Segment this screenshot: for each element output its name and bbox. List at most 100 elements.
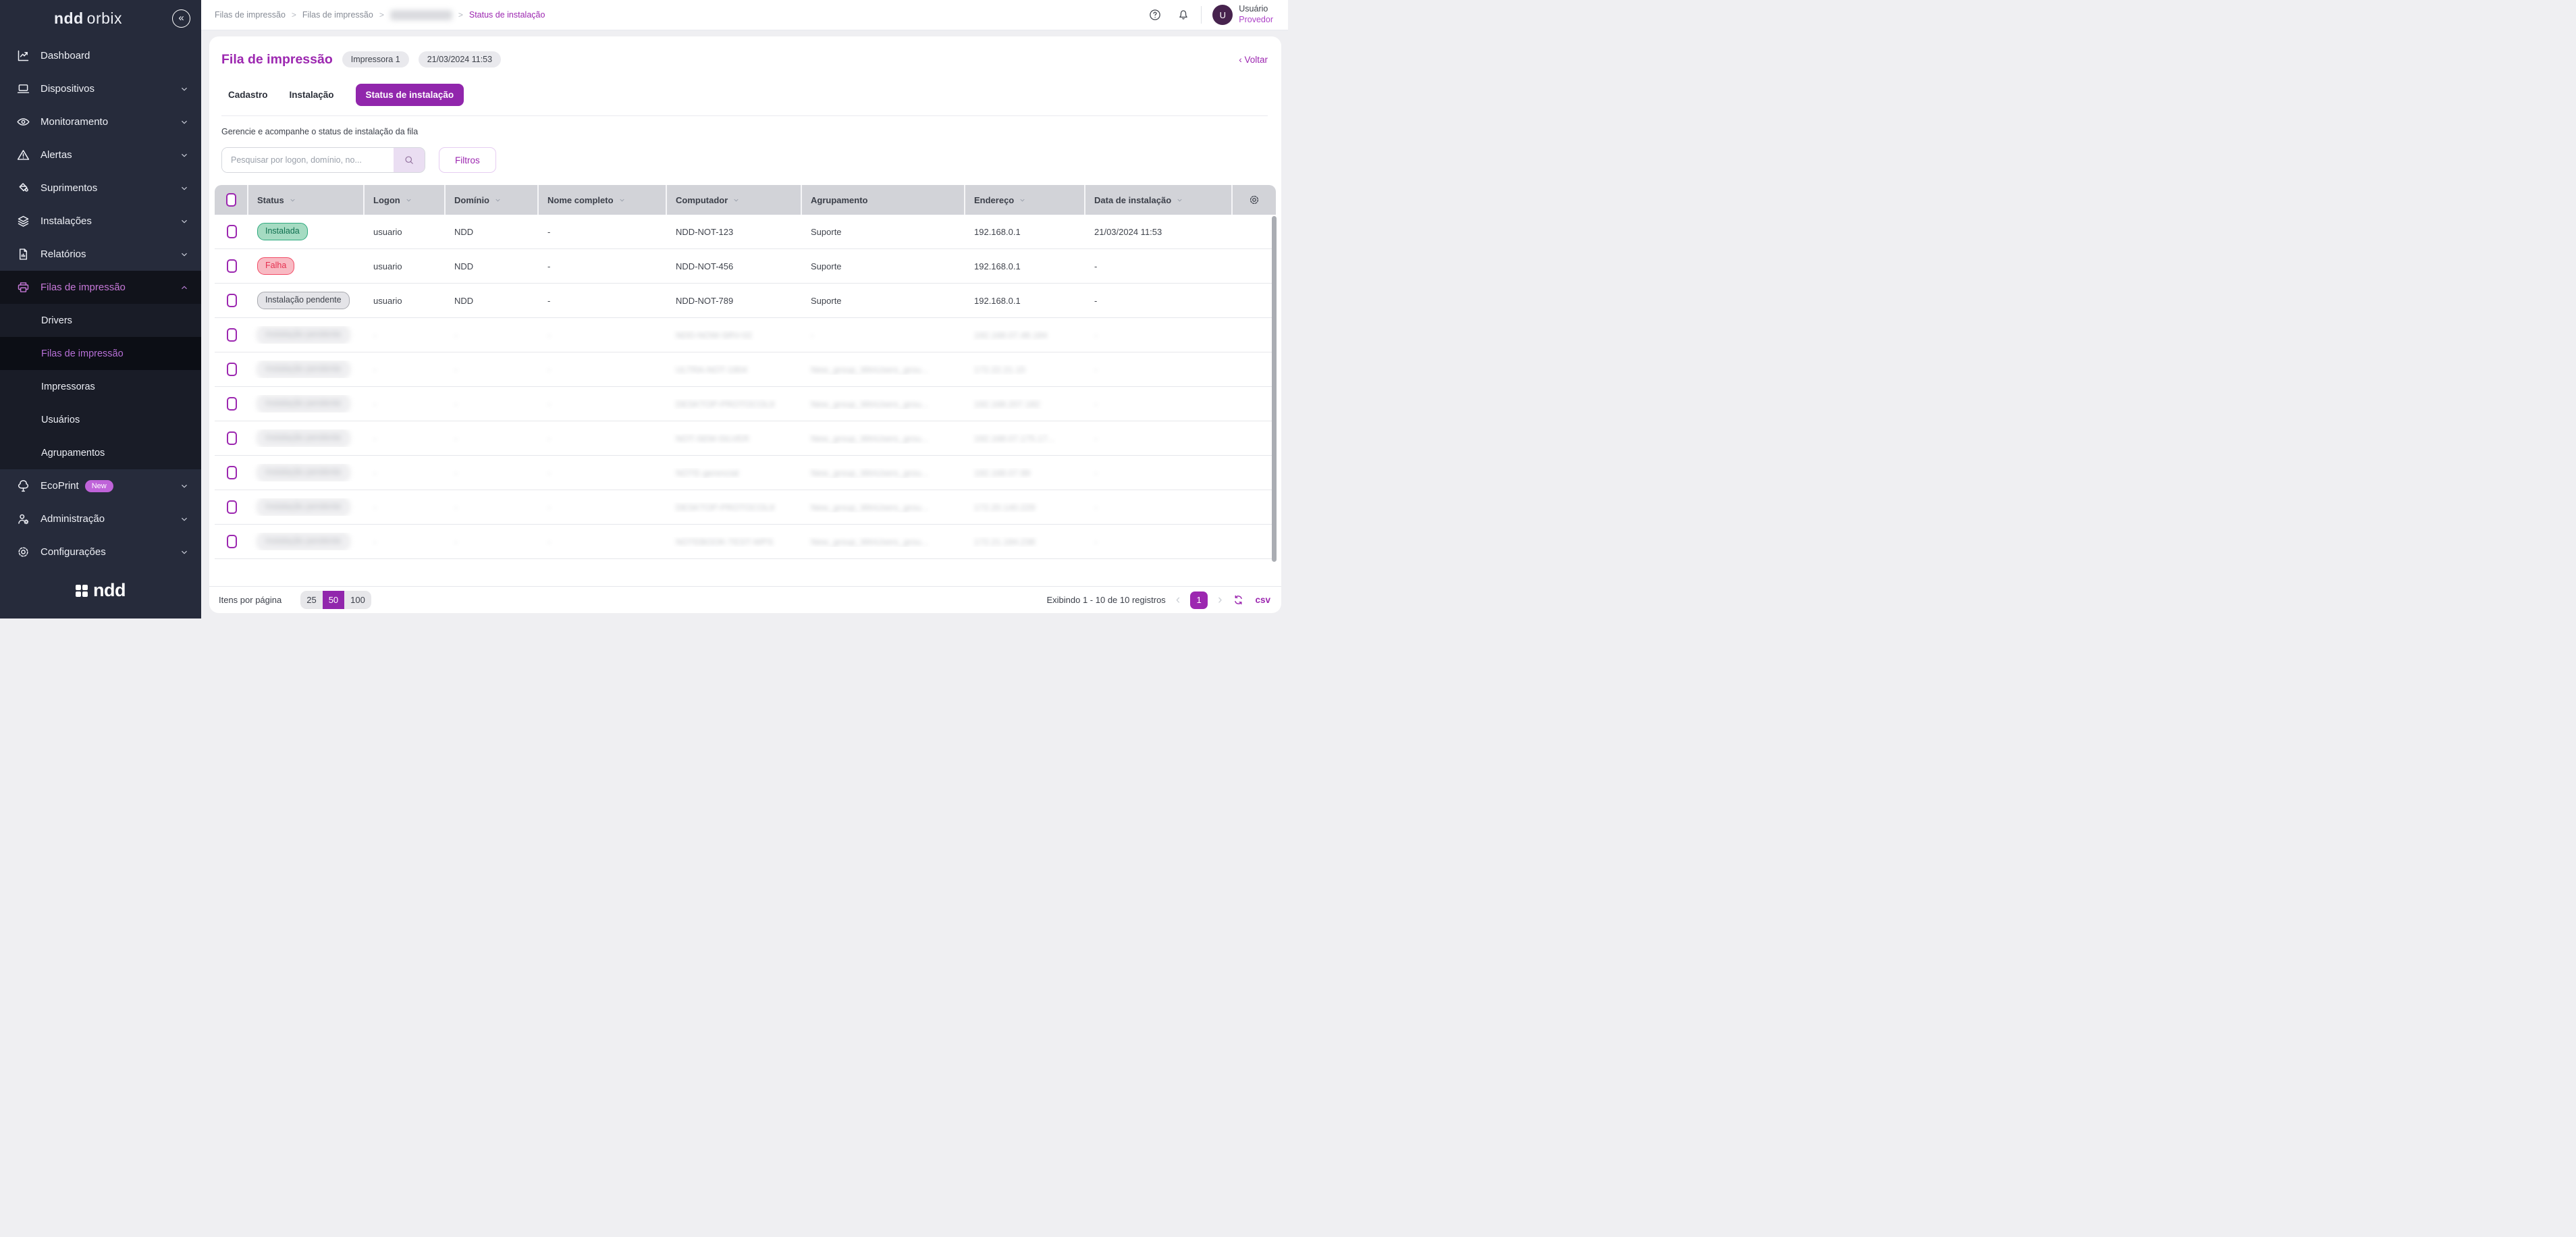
app-root: nddorbix « DashboardDispositivosMonitora… (0, 0, 1288, 618)
prev-page-button[interactable]: ‹ (1176, 594, 1180, 606)
cell-data_instalacao: - (1085, 261, 1233, 271)
sort-icon[interactable] (405, 196, 412, 204)
vertical-scrollbar[interactable] (1272, 216, 1277, 562)
search-input[interactable] (222, 148, 394, 172)
status-badge: Instalação pendente (257, 326, 350, 344)
page-size-25[interactable]: 25 (300, 591, 322, 609)
cell-value: 21/03/2024 11:53 (1094, 227, 1162, 237)
cell-computador: NDD-NOT-789 (667, 296, 802, 306)
refresh-icon[interactable] (1232, 594, 1245, 606)
chevron-up-icon (180, 283, 189, 292)
sort-icon[interactable] (732, 196, 740, 204)
row-checkbox[interactable] (227, 225, 237, 238)
sidebar-item-ecoprint[interactable]: EcoPrintNew (0, 469, 201, 502)
sidebar-item-configuracoes[interactable]: Configurações (0, 535, 201, 565)
page-size-100[interactable]: 100 (344, 591, 371, 609)
cell-computador: DESKTOP-PROTOCOL9 (667, 399, 802, 409)
row-checkbox[interactable] (227, 328, 237, 342)
sidebar-item-filas-de-impressao[interactable]: Filas de impressão (0, 271, 201, 304)
select-all-checkbox[interactable] (226, 193, 236, 207)
row-checkbox[interactable] (227, 466, 237, 479)
sidebar-item-dispositivos[interactable]: Dispositivos (0, 72, 201, 105)
next-page-button[interactable]: › (1218, 594, 1222, 606)
sidebar-item-dashboard[interactable]: Dashboard (0, 39, 201, 72)
tree-icon (16, 479, 30, 493)
column-header-computador[interactable]: Computador (667, 185, 802, 215)
page-size-50[interactable]: 50 (323, 591, 344, 609)
row-checkbox[interactable] (227, 431, 237, 445)
sort-icon[interactable] (1019, 196, 1026, 204)
cell-nome_completo: - (539, 330, 667, 340)
tab-0[interactable]: Cadastro (228, 90, 268, 100)
brand-light: orbix (87, 9, 122, 27)
column-header-settings[interactable] (1233, 185, 1276, 215)
sidebar-item-suprimentos[interactable]: Suprimentos (0, 172, 201, 205)
sidebar-collapse-icon[interactable]: « (172, 9, 190, 28)
csv-export-button[interactable]: csv (1255, 595, 1270, 605)
sidebar-subitem-4[interactable]: Agrupamentos (0, 436, 201, 469)
breadcrumb-item-0[interactable]: Filas de impressão (215, 10, 286, 20)
sidebar-subitem-3[interactable]: Usuários (0, 403, 201, 436)
column-header-endereço[interactable]: Endereço (965, 185, 1085, 215)
cell-endereco: 192.168.207.182 (965, 399, 1085, 409)
row-checkbox[interactable] (227, 397, 237, 411)
cell-value: DESKTOP-PROTOCOL9 (676, 502, 774, 512)
cell-dominio: NDD (446, 296, 539, 306)
table: StatusLogonDomínioNome completoComputado… (215, 185, 1276, 586)
row-checkbox-cell (215, 431, 248, 445)
cell-agrupamento: New_group_WinUsers_grou... (802, 537, 965, 547)
tab-2[interactable]: Status de instalação (356, 84, 464, 106)
sidebar-item-alertas[interactable]: Alertas (0, 138, 201, 172)
sidebar-subitem-2[interactable]: Impressoras (0, 370, 201, 403)
avatar[interactable]: U (1212, 5, 1233, 25)
column-header-data-de-instalação[interactable]: Data de instalação (1085, 185, 1233, 215)
sort-icon[interactable] (1176, 196, 1183, 204)
cell-dominio: - (446, 537, 539, 547)
cell-computador: ULTRA-NOT-1904 (667, 365, 802, 375)
sort-icon[interactable] (618, 196, 626, 204)
help-icon[interactable] (1148, 8, 1162, 22)
column-header-logon[interactable]: Logon (365, 185, 446, 215)
user-meta: Usuário Provedor (1239, 4, 1273, 25)
current-page-button[interactable]: 1 (1190, 591, 1208, 609)
chevron-down-icon (180, 151, 189, 160)
row-checkbox[interactable] (227, 535, 237, 548)
sidebar-item-administracao[interactable]: Administração (0, 502, 201, 535)
sidebar-item-monitoramento[interactable]: Monitoramento (0, 105, 201, 138)
sidebar-item-instalacoes[interactable]: Instalações (0, 205, 201, 238)
tab-1[interactable]: Instalação (290, 90, 334, 100)
column-header-status[interactable]: Status (248, 185, 365, 215)
chevron-down-icon (180, 184, 189, 193)
cell-value: NDD (454, 227, 473, 237)
sub-header: Gerencie e acompanhe o status de instala… (209, 116, 1281, 176)
filters-button[interactable]: Filtros (439, 147, 496, 173)
column-header-domínio[interactable]: Domínio (446, 185, 539, 215)
breadcrumb-item-1[interactable]: Filas de impressão (302, 10, 373, 20)
row-checkbox[interactable] (227, 259, 237, 273)
table-row: Instalação pendente---NOTE-gerencialNew_… (215, 456, 1276, 490)
column-header-checkbox[interactable] (215, 185, 248, 215)
column-header-nome-completo[interactable]: Nome completo (539, 185, 667, 215)
sidebar-subitem-0[interactable]: Drivers (0, 304, 201, 337)
column-settings-icon[interactable] (1248, 194, 1260, 206)
row-checkbox[interactable] (227, 500, 237, 514)
breadcrumb-item-redacted[interactable] (390, 10, 452, 20)
cell-value: - (547, 502, 550, 512)
user-role-link[interactable]: Provedor (1239, 15, 1273, 26)
search-icon[interactable] (394, 148, 425, 172)
cell-dominio: - (446, 502, 539, 512)
title-chip-0: Impressora 1 (342, 51, 409, 68)
printer-icon (16, 280, 30, 294)
column-header-agrupamento[interactable]: Agrupamento (802, 185, 965, 215)
sidebar-item-relatorios[interactable]: Relatórios (0, 238, 201, 271)
bell-icon[interactable] (1177, 8, 1190, 22)
row-checkbox[interactable] (227, 363, 237, 376)
sidebar-subitem-1[interactable]: Filas de impressão (0, 337, 201, 370)
sort-icon[interactable] (494, 196, 502, 204)
content: Fila de impressão Impressora 121/03/2024… (201, 30, 1288, 618)
cell-agrupamento: New_group_WinUsers_grou... (802, 433, 965, 444)
sort-icon[interactable] (289, 196, 296, 204)
back-button[interactable]: ‹ Voltar (1239, 55, 1268, 65)
row-checkbox[interactable] (227, 294, 237, 307)
breadcrumb-item-3[interactable]: Status de instalação (469, 10, 545, 20)
